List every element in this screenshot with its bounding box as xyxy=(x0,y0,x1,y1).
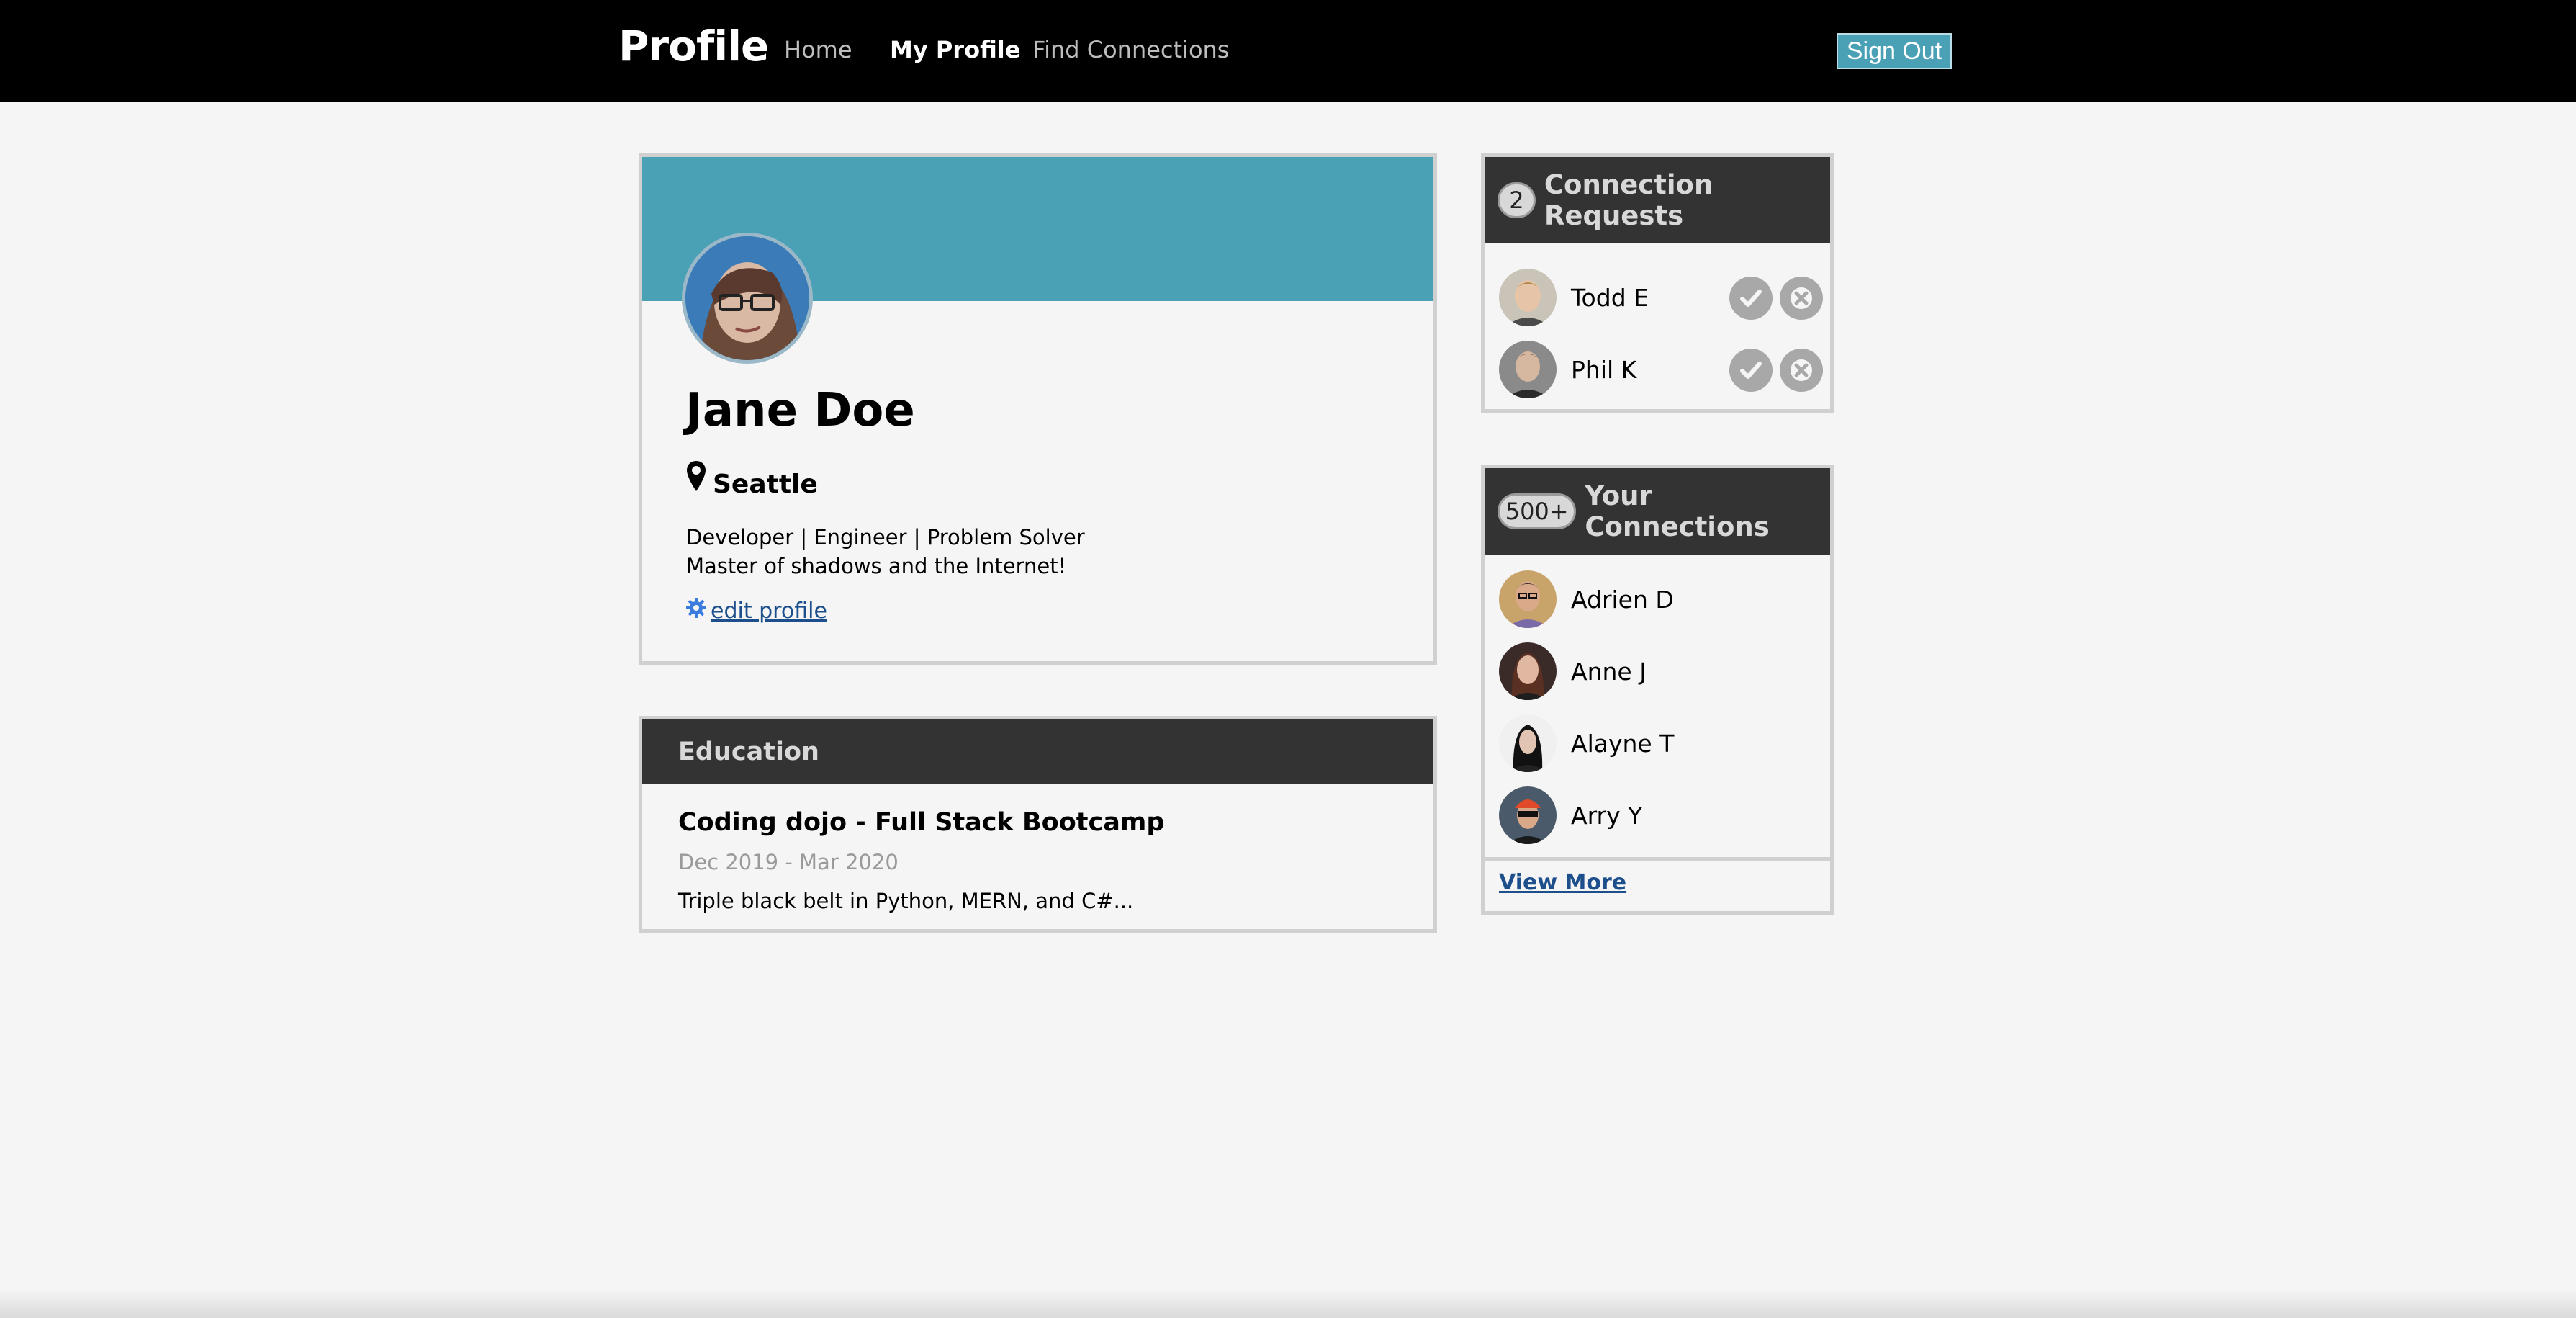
location-text: Seattle xyxy=(713,470,818,499)
profile-avatar xyxy=(682,233,813,364)
connection-name[interactable]: Adrien D xyxy=(1571,586,1674,614)
nav-link-home[interactable]: Home xyxy=(784,36,852,63)
profile-card: Jane Doe Seattle Developer | Engineer | … xyxy=(639,153,1437,665)
profile-location: Seattle xyxy=(685,459,818,499)
profile-name: Jane Doe xyxy=(685,384,915,437)
avatar xyxy=(1499,642,1557,700)
brand-title: Profile xyxy=(618,22,769,71)
sign-out-button[interactable]: Sign Out xyxy=(1837,33,1952,69)
request-actions xyxy=(1729,277,1823,320)
request-row: Todd E xyxy=(1499,269,1823,326)
close-icon xyxy=(1791,359,1812,381)
avatar xyxy=(1499,570,1557,628)
bio-line: Master of shadows and the Internet! xyxy=(686,554,1067,578)
connection-requests-title: Connection Requests xyxy=(1544,169,1713,231)
connection-name[interactable]: Anne J xyxy=(1571,658,1647,686)
request-actions xyxy=(1729,349,1823,392)
avatar xyxy=(1499,269,1557,326)
connection-row: Anne J xyxy=(1499,642,1823,700)
connections-count-badge: 500+ xyxy=(1498,493,1577,529)
check-icon xyxy=(1740,362,1762,379)
accept-request-button[interactable] xyxy=(1729,277,1773,320)
education-header: Education xyxy=(642,719,1433,784)
connection-row: Alayne T xyxy=(1499,714,1823,772)
connection-name[interactable]: Arry Y xyxy=(1571,802,1642,830)
bio-line: Developer | Engineer | Problem Solver xyxy=(686,525,1085,550)
decline-request-button[interactable] xyxy=(1780,277,1823,320)
edit-profile-link[interactable]: edit profile xyxy=(686,598,827,624)
your-connections-card: 500+ Your Connections Adrien D Anne J Al… xyxy=(1481,465,1834,915)
profile-bio: Developer | Engineer | Problem Solver Ma… xyxy=(686,523,1085,580)
your-connections-header: 500+ Your Connections xyxy=(1485,468,1830,555)
nav-link-find-connections[interactable]: Find Connections xyxy=(1032,36,1229,63)
view-more-link[interactable]: View More xyxy=(1499,870,1626,895)
bottom-edge-shadow xyxy=(0,1289,2576,1318)
accept-request-button[interactable] xyxy=(1729,349,1773,392)
edit-profile-label[interactable]: edit profile xyxy=(711,599,827,624)
requests-count-badge: 2 xyxy=(1498,182,1536,218)
avatar xyxy=(1499,714,1557,772)
requester-name[interactable]: Todd E xyxy=(1571,284,1649,312)
education-title: Coding dojo - Full Stack Bootcamp xyxy=(678,808,1165,837)
connection-row: Arry Y xyxy=(1499,786,1823,844)
location-pin-icon xyxy=(685,459,707,499)
education-description: Triple black belt in Python, MERN, and C… xyxy=(678,889,1134,913)
check-icon xyxy=(1740,290,1762,307)
gear-icon xyxy=(686,598,706,624)
connection-requests-card: 2 Connection Requests Todd E Phil K xyxy=(1481,153,1834,413)
education-dates: Dec 2019 - Mar 2020 xyxy=(678,850,899,874)
decline-request-button[interactable] xyxy=(1780,349,1823,392)
top-navbar: Profile Home My Profile Find Connections… xyxy=(0,0,2576,102)
nav-link-my-profile[interactable]: My Profile xyxy=(890,36,1020,63)
connection-requests-header: 2 Connection Requests xyxy=(1485,157,1830,243)
card-divider xyxy=(1485,857,1830,861)
your-connections-title: Your Connections xyxy=(1585,480,1770,542)
request-row: Phil K xyxy=(1499,341,1823,398)
close-icon xyxy=(1791,287,1812,309)
connection-row: Adrien D xyxy=(1499,570,1823,628)
avatar xyxy=(1499,341,1557,398)
avatar xyxy=(1499,786,1557,844)
requester-name[interactable]: Phil K xyxy=(1571,356,1636,384)
education-card: Education Coding dojo - Full Stack Bootc… xyxy=(639,716,1437,933)
connection-name[interactable]: Alayne T xyxy=(1571,730,1674,758)
